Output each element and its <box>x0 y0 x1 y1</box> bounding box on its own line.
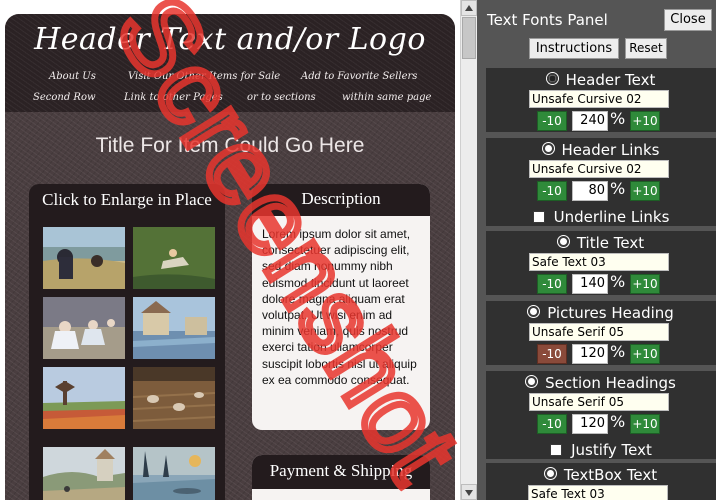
nav-row-1: About Us Visit Our Other Items for Sale … <box>5 71 455 87</box>
radio-textbox-text[interactable] <box>544 468 556 479</box>
section-header-text: Header Text Unsafe Cursive 02 -10 240 % … <box>486 68 716 132</box>
nav-row-2: Second Row Link to other Pages or to sec… <box>5 92 455 108</box>
percent-sign: % <box>610 109 626 128</box>
item-title: Title For Item Could Go Here <box>95 134 365 157</box>
close-button[interactable]: Close <box>664 9 712 31</box>
justify-text-checkbox[interactable] <box>550 444 563 456</box>
radio-pictures-heading[interactable] <box>528 306 540 317</box>
nav-link-second-row[interactable]: Second Row <box>33 92 96 103</box>
size-input-header-links[interactable]: 80 <box>572 181 608 201</box>
thumbnail-4[interactable] <box>133 297 215 359</box>
section-title-title-text: Title Text <box>576 234 645 252</box>
description-heading: Description <box>301 189 381 208</box>
decrease-section-headings-button[interactable]: -10 <box>537 414 567 434</box>
radio-title-text[interactable] <box>557 236 569 247</box>
percent-sign: % <box>610 179 626 198</box>
percent-sign: % <box>610 412 626 431</box>
scroll-up-button[interactable] <box>461 0 477 16</box>
underline-links-checkbox[interactable] <box>532 211 545 223</box>
payment-box: Payment & Shipping <box>252 455 430 500</box>
nav-link-same-page[interactable]: within same page <box>342 92 431 103</box>
section-pictures-heading: Pictures Heading Unsafe Serif 05 -10 120… <box>486 301 716 365</box>
increase-title-text-button[interactable]: +10 <box>630 274 660 294</box>
font-select-header-links[interactable]: Unsafe Cursive 02 <box>529 160 669 178</box>
font-select-section-headings[interactable]: Unsafe Serif 05 <box>529 393 669 411</box>
increase-pictures-heading-button[interactable]: +10 <box>630 344 660 364</box>
nav-link-other-pages[interactable]: Link to other Pages <box>124 92 223 103</box>
scroll-down-button[interactable] <box>461 484 477 500</box>
size-input-section-headings[interactable]: 120 <box>572 414 608 434</box>
arrow-up-icon <box>465 5 473 11</box>
thumbnail-2[interactable] <box>133 227 215 289</box>
percent-sign: % <box>610 272 626 291</box>
thumbnail-6[interactable] <box>133 367 215 429</box>
description-text: Lorem ipsum dolor sit amet, consectetuer… <box>262 227 417 387</box>
thumbnail-1[interactable] <box>43 227 125 289</box>
radio-header-links[interactable] <box>542 143 554 154</box>
vertical-scrollbar[interactable] <box>460 0 477 500</box>
section-title-header-text: Header Text <box>565 71 656 89</box>
panel-title: Text Fonts Panel <box>487 11 608 29</box>
section-title-header-links: Header Links <box>561 141 660 159</box>
section-section-headings: Section Headings Unsafe Serif 05 -10 120… <box>486 371 716 459</box>
description-heading-bar: Description <box>252 184 430 216</box>
size-input-pictures-heading[interactable]: 120 <box>572 344 608 364</box>
scroll-thumb[interactable] <box>462 17 476 59</box>
justify-text-label: Justify Text <box>571 441 652 459</box>
thumbnail-5[interactable] <box>43 367 125 429</box>
nav-link-other-items[interactable]: Visit Our Other Items for Sale <box>128 71 280 82</box>
template-preview: Header Text and/or Logo About Us Visit O… <box>0 0 460 500</box>
increase-header-links-button[interactable]: +10 <box>630 181 660 201</box>
nav-link-favorite-sellers[interactable]: Add to Favorite Sellers <box>301 71 417 82</box>
decrease-header-links-button[interactable]: -10 <box>537 181 567 201</box>
size-input-header-text[interactable]: 240 <box>572 111 608 131</box>
increase-header-text-button[interactable]: +10 <box>630 111 660 131</box>
reset-button[interactable]: Reset <box>625 38 667 59</box>
thumbnail-3[interactable] <box>43 297 125 359</box>
pictures-box: Click to Enlarge in Place <box>29 184 225 500</box>
decrease-title-text-button[interactable]: -10 <box>537 274 567 294</box>
instructions-button[interactable]: Instructions <box>529 38 619 59</box>
text-fonts-panel: Text Fonts Panel Close Instructions Rese… <box>477 0 716 500</box>
font-select-textbox-text[interactable]: Safe Text 03 <box>528 485 668 500</box>
arrow-down-icon <box>465 490 473 496</box>
increase-section-headings-button[interactable]: +10 <box>630 414 660 434</box>
decrease-pictures-heading-button[interactable]: -10 <box>537 344 567 364</box>
section-header-links: Header Links Unsafe Cursive 02 -10 80 % … <box>486 138 716 226</box>
underline-links-label: Underline Links <box>553 208 670 226</box>
payment-heading: Payment & Shipping <box>269 461 413 480</box>
listing-card: Header Text and/or Logo About Us Visit O… <box>5 14 455 500</box>
section-title-textbox-text: TextBox Text <box>563 466 658 484</box>
section-title-text: Title Text Safe Text 03 -10 140 % +10 <box>486 231 716 295</box>
pictures-heading: Click to Enlarge in Place <box>42 190 212 209</box>
percent-sign: % <box>610 342 626 361</box>
font-select-header-text[interactable]: Unsafe Cursive 02 <box>529 90 669 108</box>
radio-section-headings[interactable] <box>526 376 538 387</box>
nav-link-sections[interactable]: or to sections <box>247 92 316 103</box>
font-select-pictures-heading[interactable]: Unsafe Serif 05 <box>529 323 669 341</box>
header-bar: Header Text and/or Logo About Us Visit O… <box>5 14 455 112</box>
payment-heading-bar: Payment & Shipping <box>252 455 430 489</box>
thumbnail-8[interactable] <box>133 447 215 500</box>
size-input-title-text[interactable]: 140 <box>572 274 608 294</box>
section-textbox-text: TextBox Text Safe Text 03 <box>486 463 716 500</box>
section-title-pictures-heading: Pictures Heading <box>547 304 674 322</box>
thumbnail-7[interactable] <box>43 447 125 500</box>
radio-header-text[interactable] <box>546 73 558 84</box>
font-select-title-text[interactable]: Safe Text 03 <box>529 253 669 271</box>
nav-link-about-us[interactable]: About Us <box>49 71 96 82</box>
section-title-section-headings: Section Headings <box>545 374 676 392</box>
decrease-header-text-button[interactable]: -10 <box>537 111 567 131</box>
description-box: Description Lorem ipsum dolor sit amet, … <box>252 184 430 430</box>
header-title: Header Text and/or Logo <box>34 22 426 57</box>
